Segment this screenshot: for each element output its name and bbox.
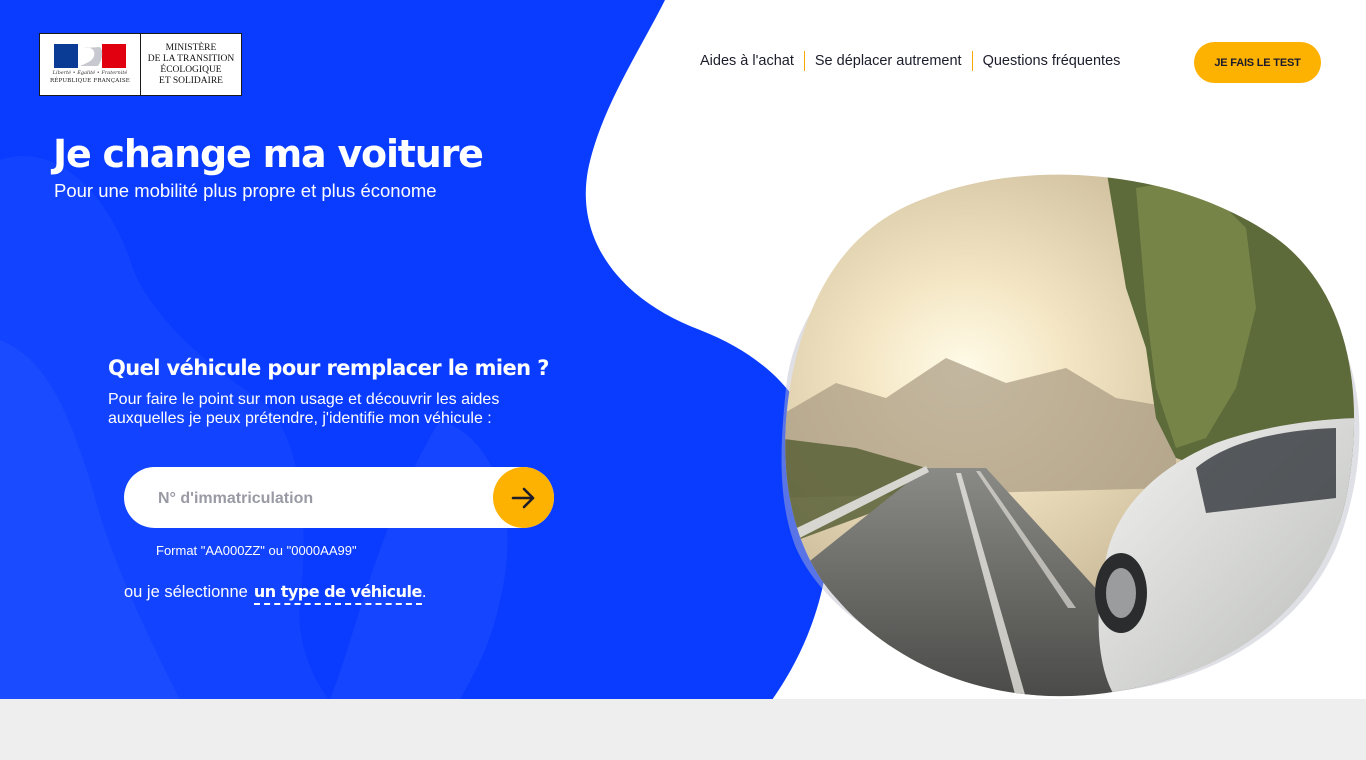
- marianne-block: Liberté • Égalité • Fraternité RÉPUBLIQU…: [40, 34, 141, 95]
- vehicle-question: Quel véhicule pour remplacer le mien ?: [108, 356, 549, 380]
- nav-item-deplacer[interactable]: Se déplacer autrement: [805, 53, 972, 69]
- ministry-logo[interactable]: Liberté • Égalité • Fraternité RÉPUBLIQU…: [39, 33, 242, 96]
- car-road-photo: [781, 174, 1360, 697]
- nav-item-aides[interactable]: Aides à l'achat: [700, 53, 804, 69]
- registration-search: [124, 467, 554, 530]
- alt-selection-line: ou je sélectionne un type de véhicule .: [124, 582, 426, 605]
- nav-item-faq[interactable]: Questions fréquentes: [973, 53, 1131, 69]
- alt-suffix: .: [421, 583, 427, 601]
- submit-button[interactable]: [493, 467, 554, 528]
- alt-prefix: ou je sélectionne: [124, 583, 248, 601]
- marianne-flag-icon: [54, 44, 126, 68]
- logo-republic: RÉPUBLIQUE FRANÇAISE: [49, 78, 131, 84]
- registration-input[interactable]: [156, 467, 490, 530]
- main-nav: Aides à l'achat Se déplacer autrement Qu…: [700, 50, 1130, 72]
- footer-strip: [0, 699, 1366, 760]
- format-hint: Format "AA000ZZ" ou "0000AA99": [156, 543, 357, 558]
- vehicle-type-link[interactable]: un type de véhicule: [253, 582, 422, 605]
- ministry-line: ET SOLIDAIRE: [159, 75, 223, 86]
- vehicle-description: Pour faire le point sur mon usage et déc…: [108, 391, 500, 427]
- logo-motto: Liberté • Égalité • Fraternité: [52, 70, 128, 76]
- ministry-line: DE LA TRANSITION: [147, 53, 235, 64]
- arrow-right-icon: [511, 487, 534, 508]
- take-test-button[interactable]: JE FAIS LE TEST: [1194, 42, 1321, 83]
- page-title: Je change ma voiture: [53, 132, 484, 176]
- ministry-line: MINISTÈRE: [165, 42, 217, 53]
- page-subtitle: Pour une mobilité plus propre et plus éc…: [54, 180, 437, 201]
- ministry-line: ÉCOLOGIQUE: [160, 64, 222, 75]
- ministry-name: MINISTÈRE DE LA TRANSITION ÉCOLOGIQUE ET…: [141, 34, 241, 95]
- landing-page: Liberté • Égalité • Fraternité RÉPUBLIQU…: [0, 0, 1366, 760]
